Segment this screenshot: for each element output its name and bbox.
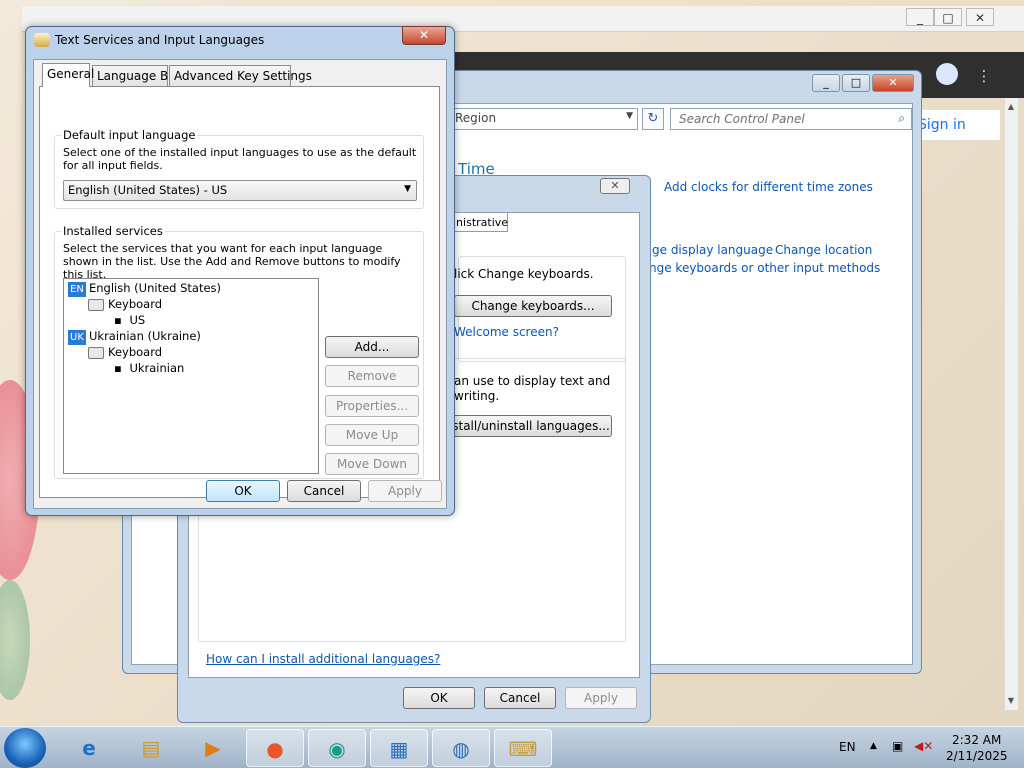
add-clocks-link[interactable]: Add clocks for different time zones [664,180,873,194]
tree-item-label: Keyboard [108,345,163,359]
change-display-language-link[interactable]: ge display language [652,243,773,257]
tree-item-label: English (United States) [89,281,222,295]
installed-services-group: Installed services Select the services t… [54,224,424,479]
browser-maximize-button[interactable]: □ [934,8,962,26]
tab-advanced-key-settings[interactable]: Advanced Key Settings [169,65,312,86]
search-placeholder: Search Control Panel [679,112,805,126]
add-button[interactable]: Add... [325,336,419,358]
cancel-button[interactable]: Cancel [287,480,361,502]
tree-item-us[interactable]: ▪ US [114,313,145,327]
address-bar[interactable]: Region ▼ [450,108,638,130]
properties-button[interactable]: Properties... [325,395,419,417]
cp-minimize-button[interactable]: _ [812,74,840,92]
default-input-group: Default input language Select one of the… [54,128,424,209]
search-input[interactable]: Search Control Panel ⌕ [670,108,912,130]
region-ok-button[interactable]: OK [403,687,475,709]
install-uninstall-button[interactable]: stall/uninstall languages... [450,415,612,437]
remove-button[interactable]: Remove [325,365,419,387]
close-button[interactable]: ✕ [402,26,446,45]
display-text-line2: writing. [454,389,500,403]
keyboards-text: lick Change keyboards. [454,267,594,281]
internet-explorer-icon[interactable]: e [60,729,118,767]
tree-item-ukrainian-layout[interactable]: ▪ Ukrainian [114,361,184,375]
change-location-link[interactable]: Change location [775,243,872,257]
ok-button[interactable]: OK [206,480,280,502]
default-language-select[interactable]: English (United States) - US ▼ [63,180,417,201]
show-hidden-icons-icon[interactable]: ▲ [870,741,877,751]
tree-item-label: Ukrainian (Ukraine) [89,329,201,343]
browser-close-button[interactable]: ✕ [966,8,994,26]
volume-muted-icon[interactable]: ◀✕ [914,739,933,753]
tree-item-keyboard[interactable]: Keyboard [88,345,162,359]
dialog-title: Text Services and Input Languages [55,33,265,47]
taskbar: e ▤ ▶ ● ◉ ▦ ◍ ⌨ EN ▲ ▣ ◀✕ 2:32 AM 2/11/2… [0,726,1024,768]
chevron-down-icon[interactable]: ▼ [404,184,411,194]
language-badge: UK [68,330,86,345]
address-text: Region [455,111,497,125]
tab-administrative[interactable]: inistrative [448,212,508,232]
tree-item-english[interactable]: EN English (United States) [68,281,221,297]
keyboard-icon [88,346,104,359]
dialog-body: General Language Bar Advanced Key Settin… [33,59,447,509]
search-icon[interactable]: ⌕ [898,111,905,126]
control-panel-window-buttons: _ □ ✕ [810,74,914,94]
network-globe-icon[interactable]: ◍ [432,729,490,767]
clock-time[interactable]: 2:32 AM [952,733,1001,747]
default-language-value: English (United States) - US [68,183,228,197]
change-keyboards-button[interactable]: Change keyboards... [454,295,612,317]
scroll-up-icon[interactable]: ▲ [1004,100,1018,114]
profile-avatar-icon[interactable] [936,63,958,85]
cp-maximize-button[interactable]: □ [842,74,870,92]
default-input-label: Default input language [61,128,198,142]
tree-item-label: Keyboard [108,297,163,311]
region-apply-button[interactable]: Apply [565,687,637,709]
welcome-screen-link[interactable]: Welcome screen? [454,325,559,339]
installed-services-description: Select the services that you want for ea… [63,242,401,281]
keyboard-app-icon [34,33,50,47]
keyboard-icon [88,298,104,311]
language-indicator[interactable]: EN [839,740,856,754]
messenger-icon[interactable]: ◉ [308,729,366,767]
general-tab-panel: Default input language Select one of the… [39,86,440,498]
region-close-button[interactable]: ✕ [600,178,630,194]
change-keyboards-link[interactable]: nge keyboards or other input methods [649,261,880,275]
wallpaper-flower [0,580,30,700]
refresh-icon[interactable]: ↻ [642,108,664,130]
move-up-button[interactable]: Move Up [325,424,419,446]
installed-services-label: Installed services [61,224,165,238]
start-button[interactable] [4,728,46,768]
display-text-line1: an use to display text and [454,374,611,388]
services-tree[interactable]: EN English (United States) Keyboard ▪ US … [63,278,319,474]
file-explorer-icon[interactable]: ▤ [122,729,180,767]
text-services-dialog: Text Services and Input Languages ✕ Gene… [25,26,455,516]
chevron-down-icon[interactable]: ▼ [626,111,633,121]
default-input-description: Select one of the installed input langua… [63,146,417,172]
install-languages-link[interactable]: How can I install additional languages? [206,652,440,666]
tab-language-bar[interactable]: Language Bar [92,65,181,86]
page-scrollbar[interactable] [1004,98,1018,710]
menu-icon[interactable]: ⋮ [974,66,994,86]
network-icon[interactable]: ▣ [892,739,903,753]
language-badge: EN [68,282,86,297]
control-panel-icon[interactable]: ▦ [370,729,428,767]
firefox-icon[interactable]: ● [246,729,304,767]
tree-item-keyboard[interactable]: Keyboard [88,297,162,311]
region-cancel-button[interactable]: Cancel [484,687,556,709]
tree-item-ukrainian[interactable]: UK Ukrainian (Ukraine) [68,329,201,345]
move-down-button[interactable]: Move Down [325,453,419,475]
tree-item-label: Ukrainian [129,361,185,375]
scroll-down-icon[interactable]: ▼ [1004,694,1018,708]
tree-item-label: US [129,313,146,327]
keyboard-settings-icon[interactable]: ⌨ [494,729,552,767]
clock-date[interactable]: 2/11/2025 [946,749,1008,763]
media-player-icon[interactable]: ▶ [184,729,242,767]
cp-close-button[interactable]: ✕ [872,74,914,92]
apply-button[interactable]: Apply [368,480,442,502]
browser-minimize-button[interactable]: _ [906,8,934,26]
tab-general[interactable]: General [42,63,94,87]
